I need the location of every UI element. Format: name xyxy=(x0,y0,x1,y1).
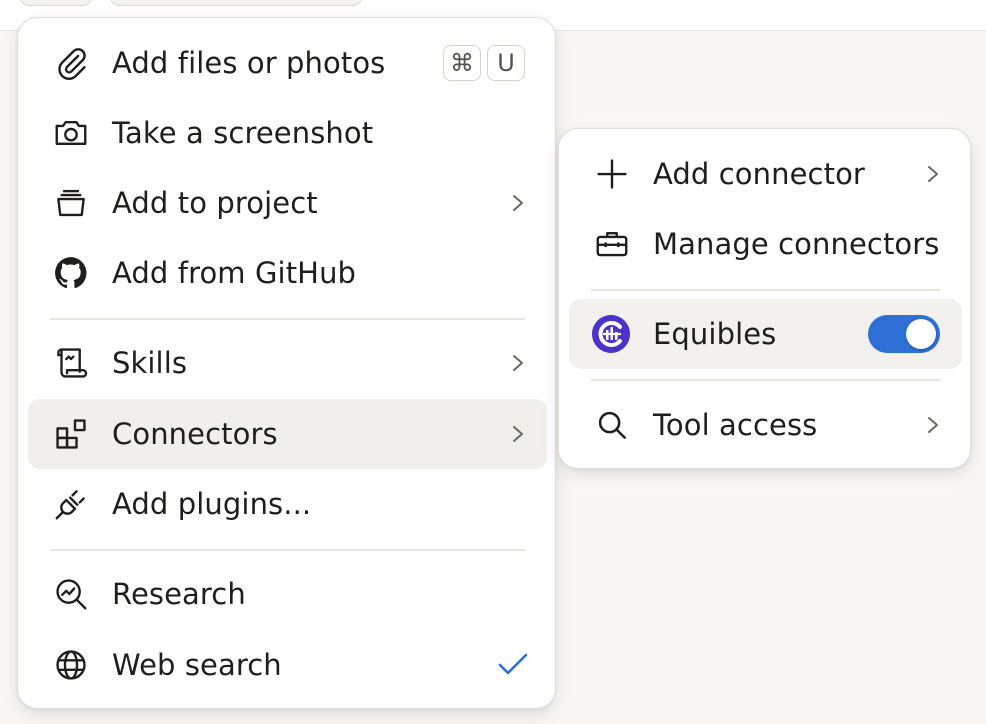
chevron-right-icon xyxy=(922,410,944,440)
menu-item-label: Manage connectors xyxy=(653,227,940,261)
menu-item-research[interactable]: Research xyxy=(28,559,547,629)
paperclip-icon xyxy=(51,43,91,83)
menu-item-label: Add files or photos xyxy=(112,46,386,80)
camera-icon xyxy=(51,113,91,153)
menu-divider xyxy=(50,318,525,320)
plus-icon xyxy=(592,154,632,194)
checkmark-icon xyxy=(493,649,533,681)
menu-item-label: Add connector xyxy=(653,157,865,191)
chevron-right-icon xyxy=(507,188,529,218)
project-icon xyxy=(51,183,91,223)
menu-item-label: Research xyxy=(112,577,246,611)
menu-divider xyxy=(591,379,940,381)
menu-item-label: Connectors xyxy=(112,417,278,451)
top-pill[interactable] xyxy=(110,0,362,6)
chevron-right-icon xyxy=(507,348,529,378)
menu-item-label: Take a screenshot xyxy=(112,116,374,150)
menu-item-label: Tool access xyxy=(653,408,818,442)
u-key: U xyxy=(487,45,525,81)
menu-item-add-plugins[interactable]: Add plugins... xyxy=(28,469,547,539)
menu-item-label: Add plugins... xyxy=(112,487,312,521)
top-pill[interactable] xyxy=(20,0,92,6)
toolbox-icon xyxy=(592,224,632,264)
connectors-icon xyxy=(51,414,91,454)
submenu-item-tool-access[interactable]: Tool access xyxy=(569,390,962,460)
chevron-right-icon xyxy=(922,159,944,189)
search-icon xyxy=(592,405,632,445)
equibles-logo-icon xyxy=(592,315,630,353)
plug-icon xyxy=(51,484,91,524)
attach-menu: Add files or photos ⌘ U Take a screensho… xyxy=(17,17,556,709)
submenu-item-equibles[interactable]: Equibles xyxy=(569,299,962,369)
menu-item-label: Web search xyxy=(112,648,282,682)
menu-item-github[interactable]: Add from GitHub xyxy=(28,238,547,308)
command-key: ⌘ xyxy=(443,45,481,81)
submenu-item-manage-connectors[interactable]: Manage connectors xyxy=(569,209,962,279)
research-icon xyxy=(51,574,91,614)
menu-item-add-files[interactable]: Add files or photos ⌘ U xyxy=(28,28,547,98)
menu-item-label: Equibles xyxy=(653,317,777,351)
submenu-item-add-connector[interactable]: Add connector xyxy=(569,139,962,209)
menu-item-web-search[interactable]: Web search xyxy=(28,630,547,700)
equibles-toggle[interactable] xyxy=(868,315,940,353)
menu-item-label: Skills xyxy=(112,346,188,380)
toggle-knob xyxy=(906,319,936,349)
menu-item-add-to-project[interactable]: Add to project xyxy=(28,168,547,238)
github-icon xyxy=(51,253,91,293)
scroll-icon xyxy=(51,343,91,383)
menu-item-skills[interactable]: Skills xyxy=(28,328,547,398)
menu-divider xyxy=(591,289,940,291)
connectors-submenu: Add connector Manage connectors Equibles xyxy=(558,128,971,469)
globe-icon xyxy=(51,645,91,685)
menu-item-connectors[interactable]: Connectors xyxy=(28,399,547,469)
menu-item-label: Add to project xyxy=(112,186,318,220)
menu-item-screenshot[interactable]: Take a screenshot xyxy=(28,98,547,168)
menu-item-label: Add from GitHub xyxy=(112,256,357,290)
menu-divider xyxy=(50,549,525,551)
chevron-right-icon xyxy=(507,419,529,449)
shortcut-keys: ⌘ U xyxy=(443,45,525,81)
